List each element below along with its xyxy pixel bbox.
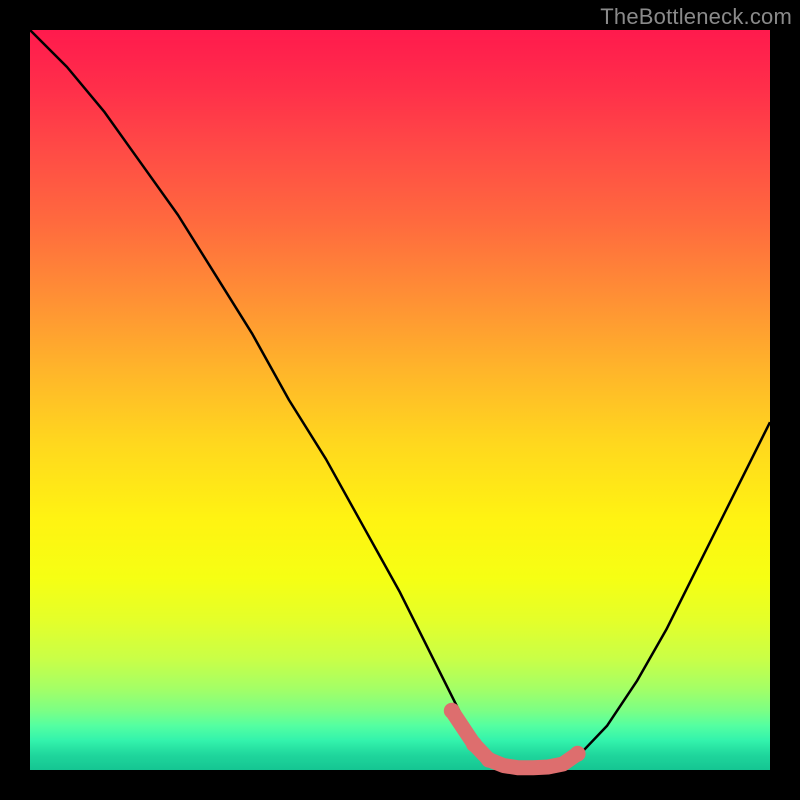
curve-line — [30, 30, 770, 768]
chart-frame: TheBottleneck.com — [0, 0, 800, 800]
optimum-dot — [466, 736, 482, 752]
chart-svg — [30, 30, 770, 770]
optimum-dot — [444, 703, 460, 719]
optimum-band — [444, 703, 586, 768]
plot-area — [30, 30, 770, 770]
optimum-dot — [570, 746, 586, 762]
optimum-dot — [481, 752, 497, 768]
bottleneck-curve — [30, 30, 770, 768]
watermark-text: TheBottleneck.com — [600, 4, 792, 30]
